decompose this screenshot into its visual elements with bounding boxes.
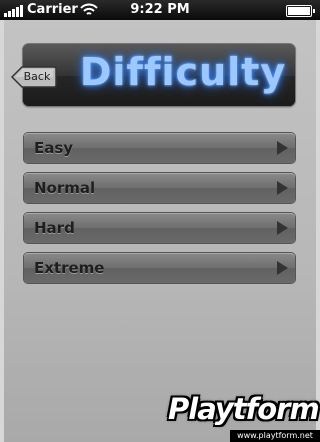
back-button[interactable]: Back xyxy=(11,65,57,89)
page-title: Difficulty xyxy=(79,50,287,94)
status-time: 9:22 PM xyxy=(130,2,190,17)
watermark-url: www.playtform.net xyxy=(230,430,320,442)
difficulty-hard-button[interactable]: Hard xyxy=(24,213,295,243)
status-bar: Carrier 9:22 PM xyxy=(0,0,320,20)
menu-item-label: Normal xyxy=(34,179,96,197)
watermark-logo: Playtform xyxy=(168,392,320,426)
difficulty-normal-button[interactable]: Normal xyxy=(24,173,295,203)
play-arrow-icon xyxy=(277,221,288,235)
difficulty-screen: Difficulty Back Easy Normal Hard Extreme xyxy=(0,20,320,442)
play-arrow-icon xyxy=(277,141,288,155)
menu-item-label: Hard xyxy=(34,219,75,237)
menu-item-label: Easy xyxy=(34,139,74,157)
play-arrow-icon xyxy=(277,181,288,195)
play-arrow-icon xyxy=(277,261,288,275)
menu-item-label: Extreme xyxy=(34,259,105,277)
back-button-label: Back xyxy=(23,70,51,83)
title-banner: Difficulty xyxy=(23,44,295,106)
difficulty-extreme-button[interactable]: Extreme xyxy=(24,253,295,283)
difficulty-easy-button[interactable]: Easy xyxy=(24,133,295,163)
battery-icon xyxy=(286,5,315,17)
